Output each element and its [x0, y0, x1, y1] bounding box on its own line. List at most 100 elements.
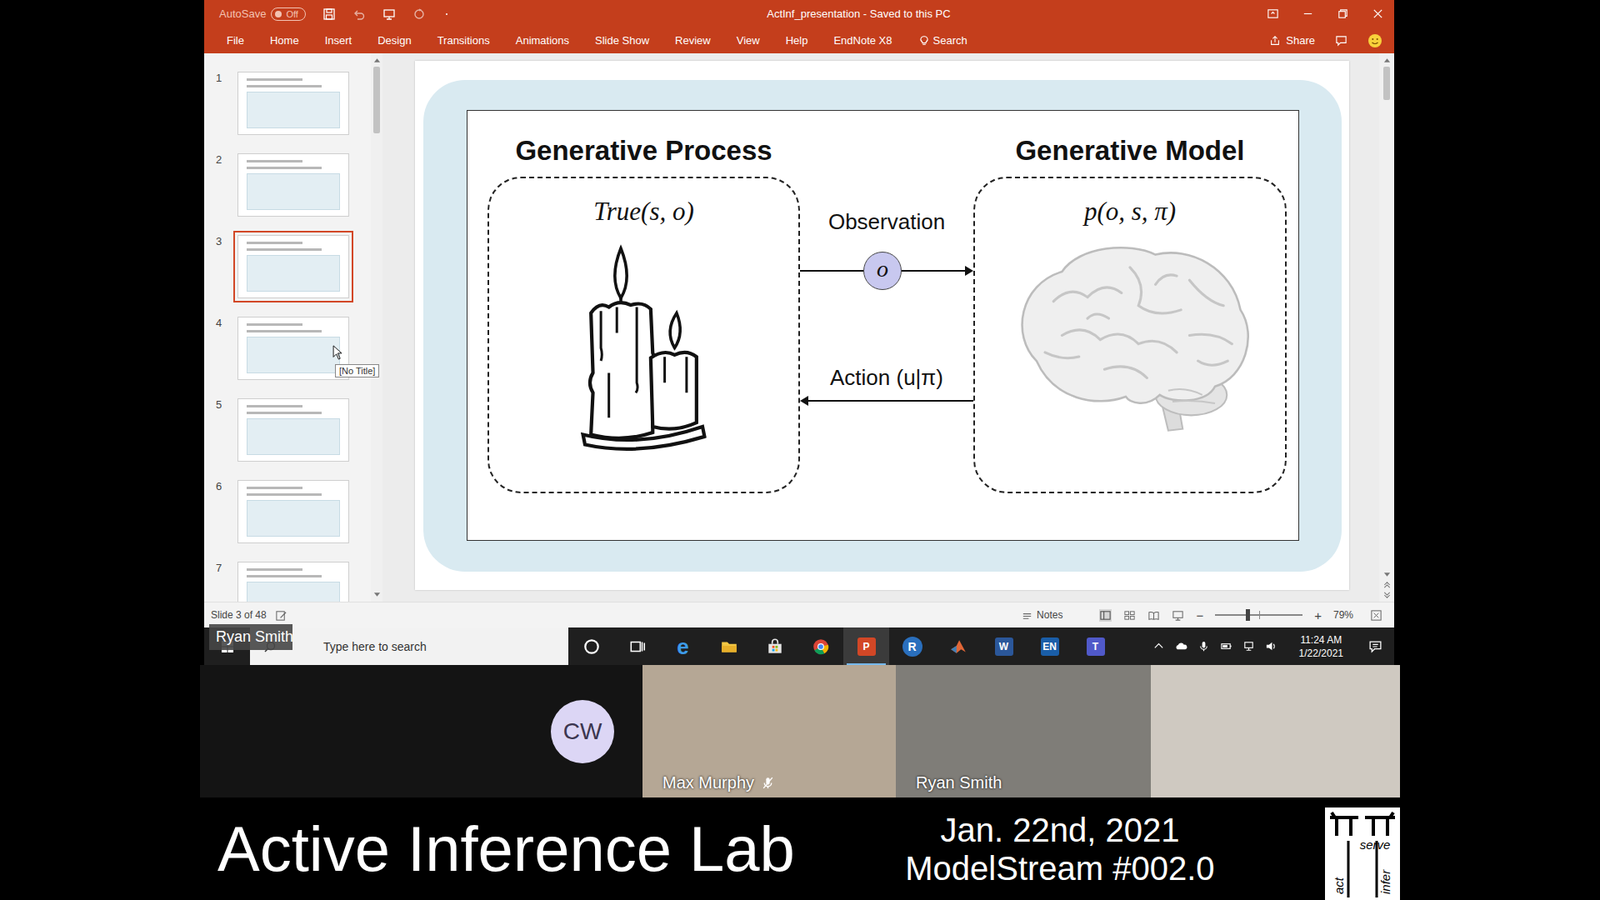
- ribbon-tab[interactable]: Insert: [325, 34, 353, 47]
- normal-view-icon[interactable]: [1099, 609, 1112, 622]
- save-icon[interactable]: [322, 7, 336, 21]
- ribbon-tab[interactable]: Animations: [515, 34, 570, 47]
- ribbon-tab[interactable]: File: [226, 34, 245, 47]
- autosave-toggle[interactable]: Off: [270, 7, 305, 21]
- microphone-icon: [760, 775, 775, 790]
- slide-thumbnail[interactable]: [237, 561, 350, 602]
- slide[interactable]: Generative ProcessGenerative ModelTrue(s…: [415, 60, 1350, 590]
- scroll-down-icon[interactable]: [373, 591, 381, 599]
- taskbar-app[interactable]: [705, 627, 752, 665]
- slide-thumbnail[interactable]: [237, 480, 350, 544]
- show-hidden-icons-icon[interactable]: [1152, 640, 1165, 653]
- thumbnail-number: 3: [204, 235, 238, 248]
- taskbar-app[interactable]: T: [1072, 627, 1119, 665]
- slide-viewport: Generative ProcessGenerative ModelTrue(s…: [382, 53, 1380, 602]
- microphone-icon[interactable]: [1197, 640, 1210, 653]
- taskbar-app[interactable]: [797, 627, 844, 665]
- thumbnail-number: 1: [204, 71, 238, 85]
- thumbnail-line: [246, 575, 322, 578]
- ribbon-display-icon[interactable]: [1266, 7, 1280, 20]
- thumbnail-scrollbar[interactable]: [370, 53, 383, 602]
- ribbon-tab[interactable]: Transitions: [437, 34, 490, 47]
- thumbnail-row[interactable]: 3: [204, 235, 371, 299]
- ribbon-tab[interactable]: Design: [377, 34, 411, 47]
- notes-button[interactable]: Notes: [1020, 609, 1063, 622]
- network-icon[interactable]: [1242, 640, 1255, 653]
- thumbnail-row[interactable]: 7: [204, 561, 371, 602]
- minimize-icon[interactable]: [1301, 7, 1315, 20]
- clock[interactable]: 11:24 AM1/22/2021: [1299, 633, 1344, 660]
- taskbar-app[interactable]: e: [660, 627, 706, 665]
- close-icon[interactable]: [1371, 7, 1385, 20]
- notification-center-icon[interactable]: [1368, 639, 1383, 654]
- slide-thumbnail[interactable]: [237, 71, 350, 135]
- start-slideshow-icon[interactable]: [382, 7, 396, 21]
- restore-icon[interactable]: [1336, 7, 1350, 20]
- diagram-frame: Generative ProcessGenerative ModelTrue(s…: [466, 110, 1300, 541]
- next-slide-icon[interactable]: [1383, 591, 1391, 599]
- feedback-smiley-icon[interactable]: [1367, 33, 1383, 49]
- taskbar-app[interactable]: [614, 627, 660, 665]
- zoom-in-button[interactable]: +: [1314, 608, 1322, 623]
- banner-meta: Jan. 22nd, 2021ModelStream #002.0: [795, 810, 1325, 888]
- taskbar-search[interactable]: Type here to search: [250, 627, 569, 665]
- slide-sorter-icon[interactable]: [1123, 609, 1136, 622]
- customize-icon[interactable]: [442, 7, 451, 21]
- share-button[interactable]: Share: [1269, 34, 1315, 47]
- thumbnail-tooltip: [No Title]: [335, 364, 380, 378]
- volume-icon[interactable]: [1265, 640, 1278, 653]
- zoom-out-button[interactable]: −: [1195, 608, 1204, 623]
- reading-view-icon[interactable]: [1147, 609, 1160, 622]
- battery-icon[interactable]: [1220, 640, 1233, 653]
- taskbar-app[interactable]: EN: [1026, 627, 1073, 665]
- slide-thumbnail[interactable]: [237, 316, 350, 380]
- redo-icon[interactable]: [412, 7, 426, 21]
- taskbar-app[interactable]: R: [889, 627, 935, 665]
- taskbar-app[interactable]: [568, 627, 615, 665]
- onedrive-cloud-icon[interactable]: [1175, 640, 1188, 653]
- previous-slide-icon[interactable]: [1383, 581, 1391, 589]
- ribbon-tab[interactable]: Help: [785, 34, 809, 47]
- thumbnail-row[interactable]: 6: [204, 480, 371, 544]
- undo-icon[interactable]: [352, 7, 366, 21]
- process-heading: Generative Process: [487, 135, 800, 167]
- scroll-thumb[interactable]: [373, 66, 380, 134]
- banner-episode: ModelStream #002.0: [905, 849, 1215, 888]
- scroll-up-icon[interactable]: [1383, 56, 1391, 64]
- ribbon-tab[interactable]: Slide Show: [595, 34, 650, 47]
- scroll-up-icon[interactable]: [373, 56, 381, 64]
- zoom-level[interactable]: 79%: [1333, 609, 1359, 621]
- fit-to-window-icon[interactable]: [1370, 609, 1383, 622]
- slideshow-view-icon[interactable]: [1171, 609, 1185, 622]
- thumbnail-row[interactable]: 5: [204, 398, 371, 462]
- thumbnail-figure: [246, 336, 340, 374]
- app-glyph-icon: e: [674, 637, 693, 656]
- ribbon-tab[interactable]: Review: [675, 34, 711, 47]
- taskbar-app[interactable]: W: [980, 627, 1027, 665]
- scroll-down-icon[interactable]: [1383, 571, 1391, 579]
- taskbar-app[interactable]: P: [843, 627, 890, 665]
- model-heading: Generative Model: [973, 135, 1287, 167]
- taskbar-app[interactable]: [751, 627, 798, 665]
- thumbnail-row[interactable]: 2: [204, 153, 371, 217]
- ribbon-tab[interactable]: View: [736, 34, 760, 47]
- thumbnail-row[interactable]: 1: [204, 71, 371, 135]
- ribbon-tab[interactable]: Home: [270, 34, 300, 47]
- matlab-icon: [949, 637, 968, 656]
- slide-scrollbar[interactable]: [1379, 53, 1395, 602]
- ribbon-tab[interactable]: EndNote X8: [833, 34, 892, 47]
- scroll-thumb[interactable]: [1383, 66, 1390, 100]
- slide-thumbnail[interactable]: [237, 235, 350, 299]
- participant-tile: Ryan Smith: [895, 665, 1151, 798]
- zoom-slider-knob[interactable]: [1245, 609, 1250, 621]
- thumbnail-number: 7: [204, 561, 238, 575]
- zoom-center-mark: [1259, 610, 1260, 620]
- taskbar-app[interactable]: [935, 627, 981, 665]
- comments-icon[interactable]: [1335, 34, 1348, 47]
- share-icon: [1269, 35, 1281, 47]
- tell-me-search[interactable]: Search: [918, 34, 968, 47]
- zoom-slider[interactable]: [1215, 614, 1303, 616]
- spelling-icon[interactable]: [275, 609, 288, 622]
- slide-thumbnail[interactable]: [237, 153, 350, 217]
- slide-thumbnail[interactable]: [237, 398, 350, 462]
